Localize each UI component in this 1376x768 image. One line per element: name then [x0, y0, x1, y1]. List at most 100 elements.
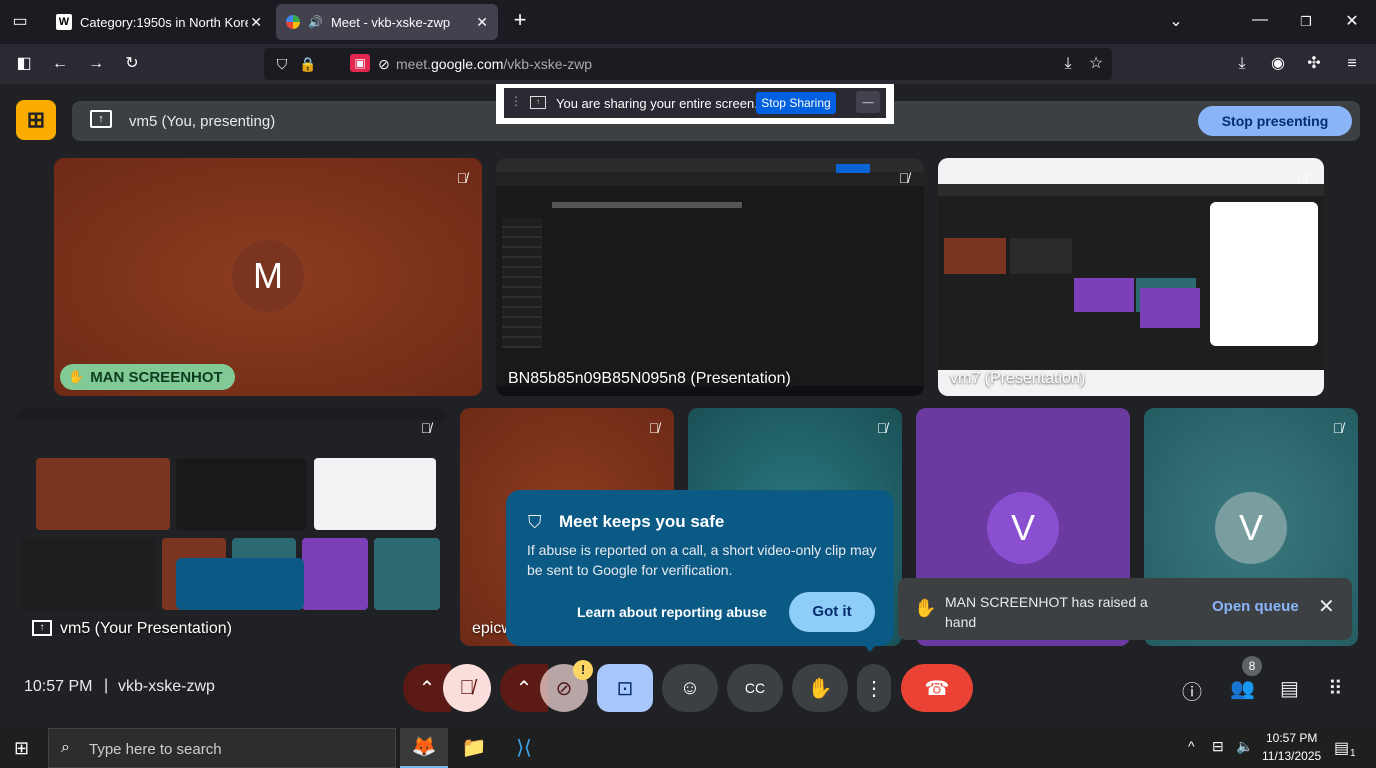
close-toast-icon[interactable]: ✕	[1318, 594, 1335, 619]
mic-off-icon: 🎙̸	[459, 676, 475, 699]
close-window-icon[interactable]: ✕	[1342, 12, 1362, 32]
chevron-up-icon: ⌃	[418, 677, 436, 700]
chat-icon[interactable]: ▤	[1280, 676, 1299, 701]
more-options-button[interactable]: ⋮	[857, 664, 891, 712]
new-tab-button[interactable]: +	[510, 9, 530, 31]
url-bar[interactable]: ⛉ 🔒 ▣ ⊘ meet.google.com/vkb-xske-zwp ⤓ ☆	[264, 48, 1112, 80]
muted-mic-icon: 🎙̸	[648, 420, 660, 436]
footer-separator: |	[104, 677, 109, 694]
windows-start-icon[interactable]: ⊞	[14, 738, 29, 759]
meeting-time: 10:57 PM	[24, 678, 93, 695]
account-icon[interactable]: ◉	[1268, 54, 1288, 74]
restore-window-icon[interactable]: ❐	[1296, 12, 1316, 32]
open-queue-button[interactable]: Open queue	[1212, 598, 1299, 615]
wikipedia-icon: W	[56, 14, 72, 30]
end-call-icon: ☎	[924, 677, 950, 700]
raised-hand-label: MAN SCREENHOT	[90, 368, 223, 386]
avatar: M	[232, 240, 304, 312]
people-icon[interactable]: 👥	[1230, 676, 1255, 701]
volume-icon[interactable]: 🔈	[1236, 738, 1253, 755]
share-notice-text: You are sharing your entire screen.	[556, 96, 758, 111]
taskbar-date[interactable]: 11/13/2025	[1262, 749, 1321, 763]
back-icon[interactable]: ←	[50, 54, 70, 74]
tile-name: BN85b85n09B85N095n8 (Presentation)	[508, 370, 791, 387]
muted-mic-icon: 🎙̸	[876, 420, 888, 436]
reactions-button[interactable]: ☺	[662, 664, 718, 712]
hand-raised-text: MAN SCREENHOT has raised a hand	[945, 594, 1148, 630]
lock-icon[interactable]: 🔒	[298, 54, 318, 74]
vscode-icon[interactable]: ⟩⟨	[500, 728, 548, 768]
reload-icon[interactable]: ↻	[122, 54, 142, 74]
captions-button[interactable]: CC	[727, 664, 783, 712]
taskbar-search-placeholder: Type here to search	[89, 741, 222, 758]
screen-share-indicator-icon[interactable]: ▣	[350, 54, 370, 72]
mic-blocked-icon[interactable]: ⊘	[374, 54, 394, 74]
network-icon[interactable]: ⊟	[1212, 738, 1224, 755]
participant-tile-man[interactable]: M 🎙̸ ✋ MAN SCREENHOT	[54, 158, 482, 396]
got-it-button[interactable]: Got it	[789, 592, 875, 632]
tile-name: vm7 (Presentation)	[950, 370, 1086, 387]
close-tab-icon[interactable]: ✕	[250, 14, 262, 31]
tab-title: Category:1950s in North Korea	[80, 14, 248, 30]
meet-icon	[286, 15, 300, 29]
url-text: meet.google.com/vkb-xske-zwp	[396, 56, 593, 72]
close-tab-icon[interactable]: ✕	[476, 14, 488, 31]
save-page-icon[interactable]: ⤓	[1058, 54, 1078, 74]
meeting-code: vkb-xske-zwp	[118, 678, 215, 695]
tab-category-wiki[interactable]: W Category:1950s in North Korea ✕	[46, 4, 272, 40]
menu-icon[interactable]: ≡	[1342, 54, 1362, 74]
microphone-toggle-button[interactable]: 🎙̸	[443, 664, 491, 712]
notification-icon[interactable]: ▤	[1334, 738, 1349, 758]
notification-count: 1	[1350, 748, 1356, 759]
meet-area: ⊞ ↑ vm5 (You, presenting) Stop presentin…	[0, 84, 1376, 728]
raised-hand-icon: ✋	[68, 369, 85, 384]
shield-icon[interactable]: ⛉	[272, 54, 292, 74]
forward-icon[interactable]: →	[86, 54, 106, 74]
speaker-icon[interactable]: 🔊	[308, 15, 323, 29]
meeting-details-icon[interactable]: ⓘ	[1182, 676, 1202, 705]
drag-handle-icon[interactable]: ⋮	[510, 94, 522, 108]
activities-icon[interactable]: ⠿	[1328, 676, 1343, 701]
present-screen-icon: ↑	[90, 110, 112, 128]
tab-title: Meet - vkb-xske-zwp	[330, 14, 451, 30]
extensions-icon[interactable]: ✣	[1304, 54, 1324, 74]
safety-popup-title: Meet keeps you safe	[559, 512, 725, 531]
tray-overflow-icon[interactable]: ^	[1188, 738, 1195, 754]
tab-meet[interactable]: 🔊 Meet - vkb-xske-zwp ✕	[276, 4, 498, 40]
hand-icon: ✋	[807, 677, 833, 700]
my-presentation-tile[interactable]: 🎙̸ ↑ vm5 (Your Presentation)	[16, 408, 446, 646]
browser-tab-bar: ▭ W Category:1950s in North Korea ✕ 🔊 Me…	[0, 0, 1376, 44]
download-icon[interactable]: ⤓	[1232, 54, 1252, 74]
bookmark-star-icon[interactable]: ☆	[1086, 54, 1106, 74]
list-all-tabs-icon[interactable]: ⌄	[1166, 12, 1186, 32]
muted-mic-icon: 🎙̸	[1296, 170, 1308, 186]
presentation-tile-vm7[interactable]: 🎙̸ vm7 (Presentation)	[938, 158, 1324, 396]
taskbar-time[interactable]: 10:57 PM	[1266, 731, 1317, 745]
tab-list-icon[interactable]: ▭	[10, 12, 30, 32]
chevron-up-icon: ⌃	[515, 677, 533, 700]
learn-about-reporting-link[interactable]: Learn about reporting abuse	[577, 604, 767, 620]
muted-mic-icon: 🎙̸	[420, 420, 432, 436]
raised-hand-icon: ✋	[914, 598, 937, 618]
present-screen-icon: ↑	[32, 620, 52, 636]
sidebar-icon[interactable]: ◧	[14, 54, 34, 74]
taskbar-search[interactable]: ⌕ Type here to search	[48, 728, 396, 768]
present-now-button[interactable]: ⊡	[597, 664, 653, 712]
share-notice-minimize-button[interactable]: __	[856, 91, 880, 113]
firefox-icon[interactable]: 🦊	[400, 728, 448, 768]
shield-icon: ⛉	[528, 512, 542, 532]
raise-hand-button[interactable]: ✋	[792, 664, 848, 712]
present-screen-icon: ⊡	[616, 677, 634, 700]
stop-presenting-button[interactable]: Stop presenting	[1198, 106, 1352, 136]
presentation-tile-bn85[interactable]: 🎙̸ BN85b85n09B85N095n8 (Presentation)	[496, 158, 924, 396]
minimize-window-icon[interactable]: —	[1250, 10, 1270, 30]
file-explorer-icon[interactable]: 📁	[450, 728, 498, 768]
stop-sharing-button[interactable]: Stop Sharing	[756, 92, 836, 114]
hand-raised-toast: ✋ MAN SCREENHOT has raised a hand Open q…	[898, 578, 1352, 640]
leave-call-button[interactable]: ☎	[901, 664, 973, 712]
screen-share-notice: ⋮ ↑ You are sharing your entire screen. …	[496, 84, 894, 124]
presenting-label: vm5 (You, presenting)	[129, 113, 276, 130]
muted-mic-icon: 🎙̸	[456, 170, 468, 186]
search-icon: ⌕	[61, 739, 70, 756]
meet-logo[interactable]: ⊞	[16, 100, 56, 140]
